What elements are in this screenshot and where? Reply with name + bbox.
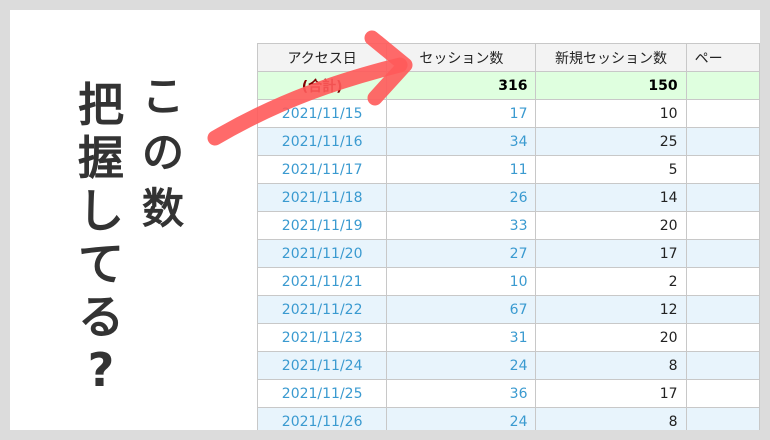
new-sessions-cell: 14: [535, 183, 687, 212]
date-cell[interactable]: 2021/11/25: [256, 379, 388, 408]
sessions-cell[interactable]: 33: [386, 211, 537, 240]
sessions-cell[interactable]: 10: [386, 267, 537, 296]
image-frame: 把 握 し て る ? こ の 数 アクセス日 セッション数 新規セッション数 …: [10, 10, 760, 430]
pageviews-cell: [685, 407, 760, 430]
pageviews-cell: [685, 155, 760, 184]
caption-char: こ: [142, 72, 185, 121]
header-pageviews[interactable]: ペー: [685, 43, 760, 72]
date-cell[interactable]: 2021/11/21: [256, 267, 388, 296]
total-row: (合計) 316 150: [256, 71, 760, 100]
pageviews-cell: [685, 351, 760, 380]
table-row: 2021/11/17 11 5: [256, 155, 760, 184]
new-sessions-cell: 8: [535, 407, 687, 430]
new-sessions-cell: 8: [535, 351, 687, 380]
date-cell[interactable]: 2021/11/15: [256, 99, 388, 128]
table-row: 2021/11/20 27 17: [256, 239, 760, 268]
caption-char: て: [78, 237, 124, 291]
sessions-cell[interactable]: 24: [386, 407, 537, 430]
caption-line-2: 把 握 し て る ?: [78, 82, 124, 400]
pageviews-cell: [685, 211, 760, 240]
new-sessions-cell: 2: [535, 267, 687, 296]
date-cell[interactable]: 2021/11/17: [256, 155, 388, 184]
caption-char: し: [78, 184, 124, 238]
new-sessions-cell: 5: [535, 155, 687, 184]
date-cell[interactable]: 2021/11/23: [256, 323, 388, 352]
header-row: アクセス日 セッション数 新規セッション数 ペー: [256, 43, 760, 72]
table-row: 2021/11/24 24 8: [256, 351, 760, 380]
sessions-cell[interactable]: 11: [386, 155, 537, 184]
caption-char: の: [142, 128, 185, 177]
header-sessions[interactable]: セッション数: [386, 43, 537, 72]
pageviews-cell: [685, 99, 760, 128]
total-label: (合計): [256, 71, 388, 100]
sessions-cell[interactable]: 67: [386, 295, 537, 324]
pageviews-cell: [685, 127, 760, 156]
sessions-cell[interactable]: 31: [386, 323, 537, 352]
pageviews-cell: [685, 239, 760, 268]
table-row: 2021/11/26 24 8: [256, 407, 760, 430]
sessions-cell[interactable]: 24: [386, 351, 537, 380]
new-sessions-cell: 20: [535, 323, 687, 352]
caption-char: る: [78, 290, 124, 344]
new-sessions-cell: 20: [535, 211, 687, 240]
table-row: 2021/11/16 34 25: [256, 127, 760, 156]
caption-line-1: こ の 数: [142, 76, 184, 244]
access-table: アクセス日 セッション数 新規セッション数 ペー (合計) 316 150 20…: [256, 43, 760, 430]
sessions-cell[interactable]: 27: [386, 239, 537, 268]
date-cell[interactable]: 2021/11/20: [256, 239, 388, 268]
date-cell[interactable]: 2021/11/18: [256, 183, 388, 212]
date-cell[interactable]: 2021/11/19: [256, 211, 388, 240]
header-new-sessions[interactable]: 新規セッション数: [535, 43, 687, 72]
new-sessions-cell: 25: [535, 127, 687, 156]
caption-char: ?: [87, 343, 115, 397]
sessions-cell[interactable]: 17: [386, 99, 537, 128]
date-cell[interactable]: 2021/11/22: [256, 295, 388, 324]
table-row: 2021/11/25 36 17: [256, 379, 760, 408]
table-row: 2021/11/19 33 20: [256, 211, 760, 240]
sessions-cell[interactable]: 36: [386, 379, 537, 408]
table-row: 2021/11/23 31 20: [256, 323, 760, 352]
date-cell[interactable]: 2021/11/16: [256, 127, 388, 156]
pageviews-cell: [685, 323, 760, 352]
pageviews-cell: [685, 183, 760, 212]
pageviews-cell: [685, 295, 760, 324]
new-sessions-cell: 12: [535, 295, 687, 324]
caption-char: 把: [78, 78, 124, 132]
table-row: 2021/11/22 67 12: [256, 295, 760, 324]
total-pageviews: [685, 71, 760, 100]
date-cell[interactable]: 2021/11/24: [256, 351, 388, 380]
caption-char: 数: [142, 184, 185, 233]
pageviews-cell: [685, 267, 760, 296]
sessions-cell[interactable]: 34: [386, 127, 537, 156]
date-cell[interactable]: 2021/11/26: [256, 407, 388, 430]
new-sessions-cell: 17: [535, 239, 687, 268]
table-row: 2021/11/21 10 2: [256, 267, 760, 296]
table-row: 2021/11/18 26 14: [256, 183, 760, 212]
pageviews-cell: [685, 379, 760, 408]
total-sessions: 316: [386, 71, 537, 100]
caption-char: 握: [78, 131, 124, 185]
new-sessions-cell: 10: [535, 99, 687, 128]
sessions-cell[interactable]: 26: [386, 183, 537, 212]
table-row: 2021/11/15 17 10: [256, 99, 760, 128]
new-sessions-cell: 17: [535, 379, 687, 408]
header-date[interactable]: アクセス日: [256, 43, 388, 72]
total-new-sessions: 150: [535, 71, 687, 100]
